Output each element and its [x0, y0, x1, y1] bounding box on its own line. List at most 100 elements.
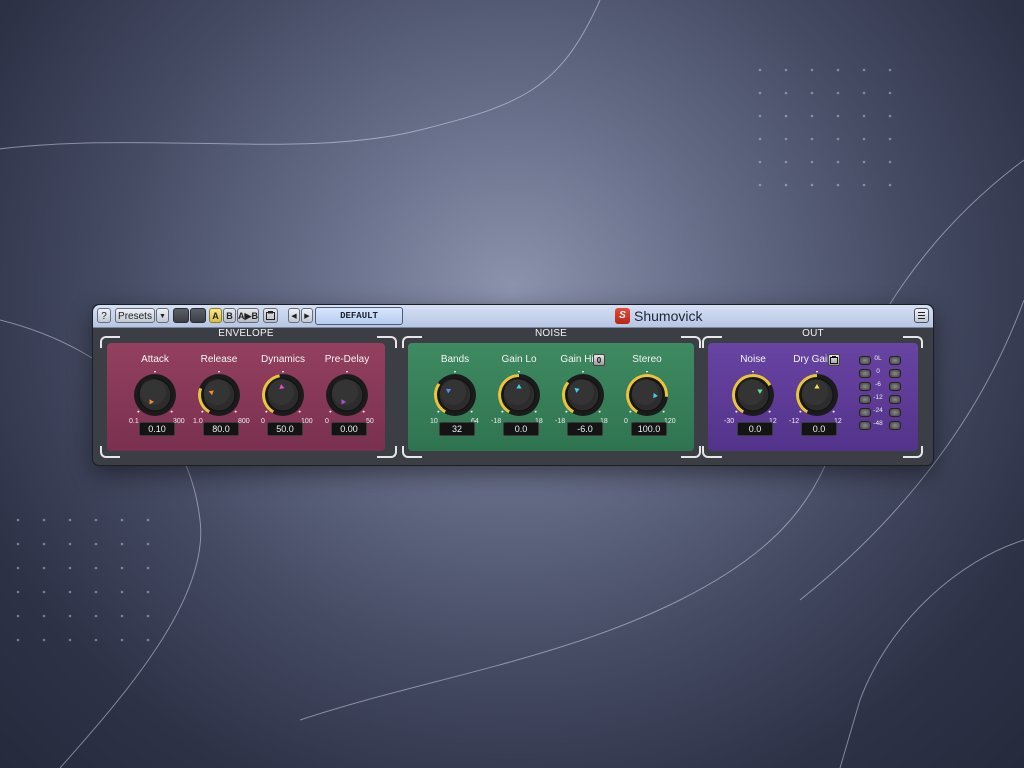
meter-led-l-4 — [859, 395, 871, 404]
knob-graphic — [198, 370, 240, 416]
meter-label-6: -48 — [873, 420, 883, 427]
next-preset-button[interactable]: ▶ — [301, 308, 313, 323]
gain-hi-value[interactable]: -6.0 — [567, 422, 603, 436]
main-menu-button[interactable] — [914, 308, 929, 323]
bracket-noise-br — [681, 446, 701, 458]
gain-lo-knob[interactable] — [495, 370, 543, 419]
copy-a-to-b-button[interactable]: A▶B — [237, 308, 259, 323]
clipboard-icon — [266, 311, 275, 320]
predelay-knob[interactable] — [323, 370, 371, 419]
bracket-out-tl — [702, 336, 722, 348]
plugin-window: ? Presets ▼ A B A▶B ◀ ▶ DEFAULT S Shumov… — [92, 304, 934, 466]
knob-graphic — [498, 370, 540, 416]
knob-graphic — [326, 370, 368, 416]
knob-graphic — [134, 370, 176, 416]
menu-icon-line-1 — [918, 312, 925, 313]
bands-knob[interactable] — [431, 370, 479, 419]
meter-led-r-4 — [889, 395, 901, 404]
dynamics-value[interactable]: 50.0 — [267, 422, 303, 436]
bands-min: 10 — [430, 418, 438, 425]
attack-min: 0.1 — [129, 418, 139, 425]
knob-graphic — [262, 370, 304, 416]
stereo-value[interactable]: 100.0 — [631, 422, 667, 436]
meter-led-l-1 — [859, 356, 871, 365]
predelay-value[interactable]: 0.00 — [331, 422, 367, 436]
meter-led-l-2 — [859, 369, 871, 378]
dry-gain-label: Dry Gain — [793, 354, 833, 365]
brand-name: Shumovick — [634, 308, 703, 324]
gain-hi-label: Gain Hi — [560, 354, 594, 365]
stereo-min: 0 — [624, 418, 628, 425]
release-value[interactable]: 80.0 — [203, 422, 239, 436]
bracket-env-bl — [100, 446, 120, 458]
bands-value[interactable]: 32 — [439, 422, 475, 436]
dynamics-knob[interactable] — [259, 370, 307, 419]
meter-led-l-3 — [859, 382, 871, 391]
predelay-max: 50 — [366, 418, 374, 425]
meter-led-r-5 — [889, 408, 901, 417]
gain-hi-min: -18 — [555, 418, 566, 425]
brand: S Shumovick — [615, 306, 702, 326]
meter-led-l-6 — [859, 421, 871, 430]
stereo-label: Stereo — [632, 354, 662, 365]
toolbar: ? Presets ▼ A B A▶B ◀ ▶ DEFAULT S Shumov… — [93, 305, 933, 328]
bracket-out-tr — [903, 336, 923, 348]
presets-dropdown-button[interactable]: ▼ — [156, 308, 169, 323]
gain-hi-knob[interactable] — [559, 370, 607, 419]
preset-name-display[interactable]: DEFAULT — [315, 307, 403, 325]
dry-gain-link-button[interactable] — [828, 354, 840, 366]
out-noise-knob[interactable] — [729, 370, 777, 419]
release-max: 800 — [238, 418, 250, 425]
dry-gain-knob[interactable] — [793, 370, 841, 419]
menu-icon-line-3 — [918, 318, 925, 319]
meter-label-4: -12 — [873, 394, 883, 401]
out-noise-value[interactable]: 0.0 — [737, 422, 773, 436]
meter-led-r-6 — [889, 421, 901, 430]
meter-label-2: 0 — [876, 368, 880, 375]
bracket-env-br — [377, 446, 397, 458]
knob-graphic — [434, 370, 476, 416]
undo-button[interactable] — [173, 308, 189, 323]
knob-graphic — [562, 370, 604, 416]
meter-label-1: 0L — [874, 355, 882, 362]
bracket-out-bl — [702, 446, 722, 458]
dynamics-min: 0 — [261, 418, 265, 425]
menu-icon-line-2 — [918, 315, 925, 316]
knob-graphic — [796, 370, 838, 416]
attack-value[interactable]: 0.10 — [139, 422, 175, 436]
bracket-noise-bl — [402, 446, 422, 458]
meter-led-r-2 — [889, 369, 901, 378]
bracket-out-br — [903, 446, 923, 458]
meter-label-5: -24 — [873, 407, 883, 414]
preset-a-button[interactable]: A — [209, 308, 222, 323]
meter-led-l-5 — [859, 408, 871, 417]
out-section-title: OUT — [802, 328, 824, 339]
meter-label-3: -6 — [875, 381, 881, 388]
bracket-env-tr — [377, 336, 397, 348]
clipboard-button[interactable] — [263, 308, 278, 323]
bracket-env-tl — [100, 336, 120, 348]
meter-led-r-1 — [889, 356, 901, 365]
bracket-noise-tl — [402, 336, 422, 348]
dry-gain-min: -12 — [789, 418, 800, 425]
presets-button[interactable]: Presets — [115, 308, 155, 323]
dry-gain-value[interactable]: 0.0 — [801, 422, 837, 436]
help-button[interactable]: ? — [97, 308, 111, 323]
knob-graphic — [626, 370, 668, 416]
redo-button[interactable] — [190, 308, 206, 323]
preset-b-button[interactable]: B — [223, 308, 236, 323]
envelope-section-title: ENVELOPE — [218, 328, 274, 339]
previous-preset-button[interactable]: ◀ — [288, 308, 300, 323]
gain-lo-min: -18 — [491, 418, 502, 425]
meter-led-r-3 — [889, 382, 901, 391]
out-noise-min: -30 — [724, 418, 735, 425]
release-knob[interactable] — [195, 370, 243, 419]
clipboard-icon — [830, 356, 838, 364]
gain-lo-value[interactable]: 0.0 — [503, 422, 539, 436]
predelay-min: 0 — [325, 418, 329, 425]
attack-knob[interactable] — [131, 370, 179, 419]
stereo-knob[interactable] — [623, 370, 671, 419]
predelay-label: Pre-Delay — [324, 354, 370, 365]
gain-hi-reset-button[interactable]: 0 — [593, 354, 605, 366]
bracket-noise-tr — [681, 336, 701, 348]
